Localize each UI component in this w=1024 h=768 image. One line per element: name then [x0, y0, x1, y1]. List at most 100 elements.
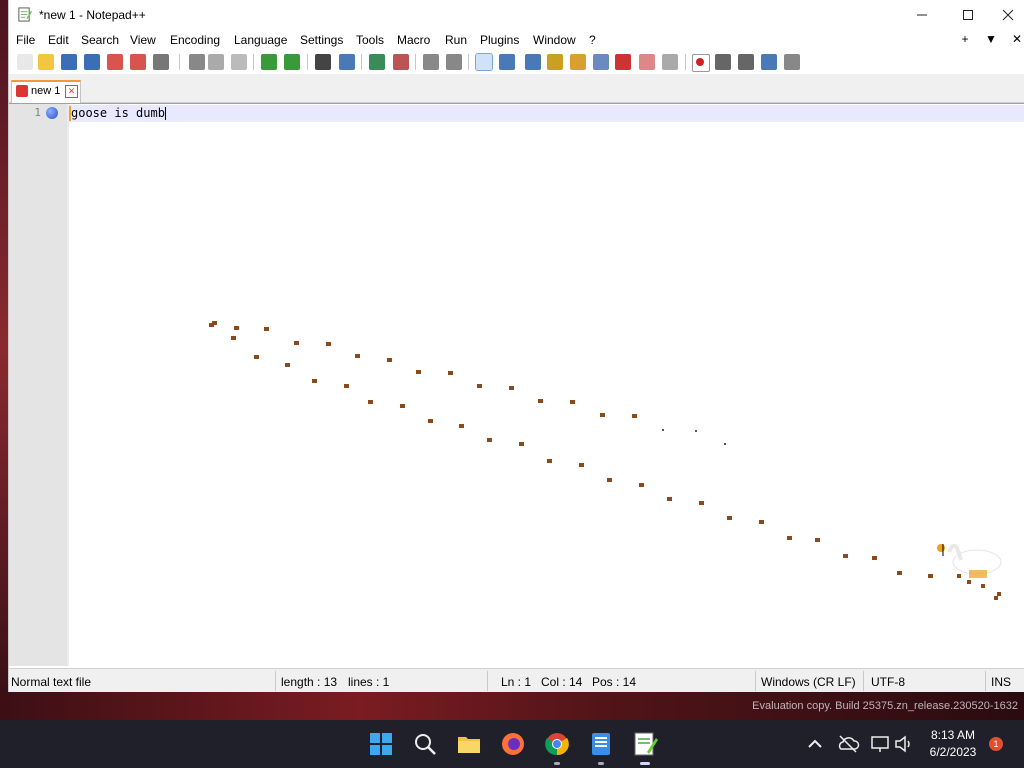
- onedrive-icon[interactable]: [836, 732, 860, 756]
- goose-footprint: [727, 516, 732, 520]
- menu-language[interactable]: Language: [234, 33, 287, 47]
- tab-strip: new 1 ✕: [9, 74, 1024, 103]
- menu-edit[interactable]: Edit: [48, 33, 69, 47]
- close-icon[interactable]: [107, 54, 123, 70]
- goose-footprint: [234, 326, 239, 330]
- close-tab-button[interactable]: ✕: [1009, 32, 1024, 46]
- menu-settings[interactable]: Settings: [300, 33, 343, 47]
- indent-guide-icon[interactable]: [525, 54, 541, 70]
- sync-horizontal-icon[interactable]: [446, 54, 462, 70]
- goose-footprint: [212, 321, 217, 325]
- status-insert-mode[interactable]: INS: [991, 675, 1011, 689]
- menu-file[interactable]: File: [16, 33, 35, 47]
- notepadpp-app-icon: [18, 7, 32, 22]
- menu-bar: File Edit Search View Encoding Language …: [9, 30, 1024, 50]
- save-icon[interactable]: [61, 54, 77, 70]
- open-file-icon[interactable]: [38, 54, 54, 70]
- zoom-out-icon[interactable]: [393, 54, 409, 70]
- menu-plugins[interactable]: Plugins: [480, 33, 519, 47]
- goose-sprite: [937, 543, 1002, 600]
- toolbar-separator: [307, 54, 308, 70]
- show-all-chars-icon[interactable]: [499, 54, 515, 70]
- add-tab-button[interactable]: +: [957, 32, 973, 46]
- goose-footprint: [368, 400, 373, 404]
- volume-icon[interactable]: [892, 732, 916, 756]
- status-encoding[interactable]: UTF-8: [871, 675, 905, 689]
- menu-view[interactable]: View: [130, 33, 156, 47]
- notepadpp-window: *new 1 - Notepad++ File Edit Search View…: [8, 0, 1024, 693]
- tab-new-1[interactable]: new 1 ✕: [11, 80, 81, 103]
- record-macro-icon[interactable]: [692, 54, 710, 72]
- new-file-icon[interactable]: [17, 54, 33, 70]
- undo-icon[interactable]: [261, 54, 277, 70]
- notepadpp-icon[interactable]: [631, 730, 659, 758]
- paste-icon[interactable]: [231, 54, 247, 70]
- minimize-icon: [917, 14, 927, 16]
- status-separator: [487, 671, 488, 691]
- clock-date[interactable]: 6/2/2023: [924, 745, 982, 759]
- print-icon[interactable]: [153, 54, 169, 70]
- udl-icon[interactable]: [547, 54, 563, 70]
- status-eol[interactable]: Windows (CR LF): [761, 675, 856, 689]
- menu-tools[interactable]: Tools: [356, 33, 384, 47]
- menu-encoding[interactable]: Encoding: [170, 33, 220, 47]
- menu-macro[interactable]: Macro: [397, 33, 430, 47]
- run-macro-multiple-icon[interactable]: [761, 54, 777, 70]
- menu-window[interactable]: Window: [533, 33, 576, 47]
- firefox-icon[interactable]: [499, 730, 527, 758]
- status-separator: [275, 671, 276, 691]
- sync-vertical-icon[interactable]: [423, 54, 439, 70]
- replace-icon[interactable]: [339, 54, 355, 70]
- toolbar-separator: [361, 54, 362, 70]
- network-icon[interactable]: [868, 732, 892, 756]
- goose-footprint: [607, 478, 612, 482]
- goose-footprint: [416, 370, 421, 374]
- tab-list-dropdown[interactable]: ▼: [983, 32, 999, 46]
- monitoring-icon[interactable]: [662, 54, 678, 70]
- doc-list-icon[interactable]: [593, 54, 609, 70]
- redo-icon[interactable]: [284, 54, 300, 70]
- menu-run[interactable]: Run: [445, 33, 467, 47]
- editor-area[interactable]: 1 goose is dumb: [9, 103, 1024, 666]
- bookmark-icon[interactable]: [46, 107, 58, 119]
- goose-footprint: [538, 399, 543, 403]
- folder-workspace-icon[interactable]: [639, 54, 655, 70]
- notepad-icon[interactable]: [587, 730, 615, 758]
- goose-footprint: [285, 363, 290, 367]
- menu-help[interactable]: ?: [589, 33, 596, 47]
- toolbar-separator: [253, 54, 254, 70]
- line-number-gutter: [9, 104, 69, 666]
- menu-search[interactable]: Search: [81, 33, 119, 47]
- doc-map-icon[interactable]: [570, 54, 586, 70]
- close-button[interactable]: [991, 0, 1024, 30]
- title-bar[interactable]: *new 1 - Notepad++: [9, 0, 1024, 30]
- copy-icon[interactable]: [208, 54, 224, 70]
- file-explorer-icon[interactable]: [455, 730, 483, 758]
- zoom-in-icon[interactable]: [369, 54, 385, 70]
- close-all-icon[interactable]: [130, 54, 146, 70]
- goose-footprint: [759, 520, 764, 524]
- word-wrap-icon[interactable]: [475, 53, 493, 71]
- stop-record-icon[interactable]: [715, 54, 731, 70]
- fold-margin: [67, 104, 69, 666]
- cut-icon[interactable]: [189, 54, 205, 70]
- chevron-up-icon[interactable]: [803, 732, 827, 756]
- goose-footprint: [667, 497, 672, 501]
- function-list-icon[interactable]: [615, 54, 631, 70]
- save-macro-icon[interactable]: [784, 54, 800, 70]
- playback-icon[interactable]: [738, 54, 754, 70]
- tab-close-icon[interactable]: ✕: [65, 85, 78, 98]
- clock-time[interactable]: 8:13 AM: [928, 728, 978, 742]
- maximize-button[interactable]: [945, 0, 991, 30]
- find-icon[interactable]: [315, 54, 331, 70]
- goose-footprint: [326, 342, 331, 346]
- notification-badge[interactable]: 1: [989, 737, 1003, 751]
- editor-line-text[interactable]: goose is dumb: [71, 106, 166, 120]
- goose-footprint: [787, 536, 792, 540]
- start-icon[interactable]: [367, 730, 395, 758]
- minimize-button[interactable]: [899, 0, 945, 30]
- chrome-icon[interactable]: [543, 730, 571, 758]
- search-icon[interactable]: [411, 730, 439, 758]
- save-all-icon[interactable]: [84, 54, 100, 70]
- goose-footprint: [579, 463, 584, 467]
